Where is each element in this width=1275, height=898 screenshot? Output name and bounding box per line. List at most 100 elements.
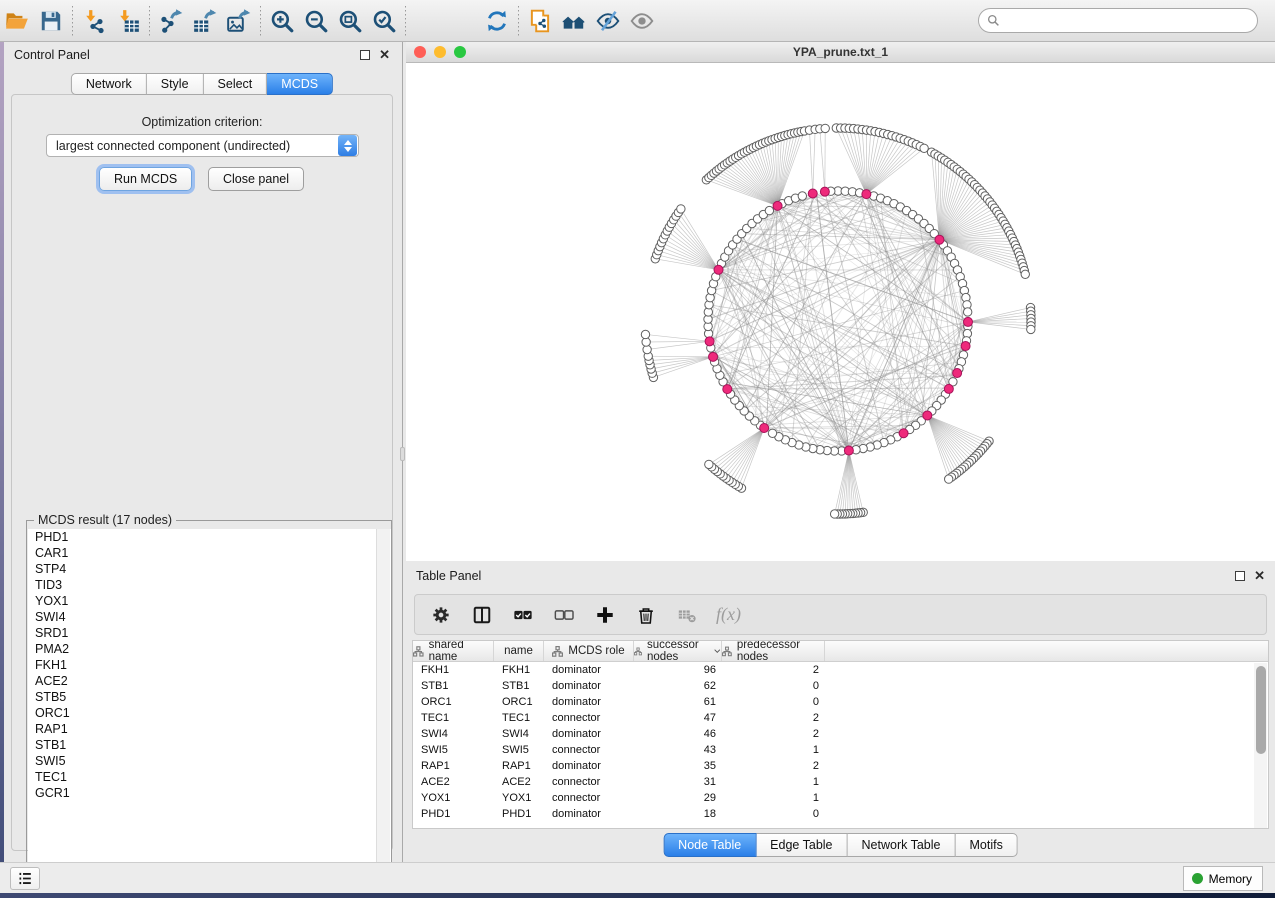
table-row[interactable]: RAP1RAP1dominator352 bbox=[413, 758, 1268, 774]
mcds-result-item[interactable]: RAP1 bbox=[28, 721, 391, 737]
mcds-hub-node[interactable] bbox=[844, 446, 853, 455]
mcds-result-item[interactable]: SRD1 bbox=[28, 625, 391, 641]
save-session-button[interactable] bbox=[34, 4, 68, 38]
tab-network-table[interactable]: Network Table bbox=[848, 833, 956, 857]
search-input[interactable] bbox=[1000, 9, 1257, 32]
mcds-result-item[interactable]: STP4 bbox=[28, 561, 391, 577]
mcds-hub-node[interactable] bbox=[808, 189, 817, 198]
network-canvas[interactable] bbox=[406, 63, 1275, 561]
table-row[interactable]: SWI5SWI5connector431 bbox=[413, 742, 1268, 758]
tab-motifs[interactable]: Motifs bbox=[955, 833, 1017, 857]
table-settings-button[interactable] bbox=[429, 603, 453, 627]
mcds-hub-node[interactable] bbox=[899, 429, 908, 438]
leaf-node[interactable] bbox=[705, 460, 713, 468]
ring-node[interactable] bbox=[798, 192, 806, 200]
mcds-hub-node[interactable] bbox=[923, 411, 932, 420]
mcds-result-item[interactable]: TEC1 bbox=[28, 769, 391, 785]
clone-network-button[interactable] bbox=[523, 4, 557, 38]
mcds-result-item[interactable]: GCR1 bbox=[28, 785, 391, 801]
mcds-hub-node[interactable] bbox=[705, 337, 714, 346]
mcds-result-item[interactable]: STB1 bbox=[28, 737, 391, 753]
mcds-result-item[interactable]: YOX1 bbox=[28, 593, 391, 609]
table-row[interactable]: SWI4SWI4dominator462 bbox=[413, 726, 1268, 742]
mcds-result-item[interactable]: SWI5 bbox=[28, 753, 391, 769]
leaf-node[interactable] bbox=[677, 205, 685, 213]
create-column-button[interactable] bbox=[593, 603, 617, 627]
table-scrollbar-thumb[interactable] bbox=[1256, 666, 1266, 754]
column-header-name[interactable]: name bbox=[494, 641, 544, 661]
table-row[interactable]: FKH1FKH1dominator962 bbox=[413, 662, 1268, 678]
criterion-dropdown[interactable]: largest connected component (undirected) bbox=[46, 134, 359, 157]
column-header-predecessor-nodes[interactable]: predecessor nodes bbox=[722, 641, 825, 661]
export-image-button[interactable] bbox=[222, 4, 256, 38]
memory-button[interactable]: Memory bbox=[1183, 866, 1263, 891]
leaf-node[interactable] bbox=[830, 510, 838, 518]
mcds-result-item[interactable]: STB5 bbox=[28, 689, 391, 705]
leaf-node[interactable] bbox=[641, 330, 649, 338]
mcds-hub-node[interactable] bbox=[862, 190, 871, 199]
table-row[interactable]: ACE2ACE2connector311 bbox=[413, 774, 1268, 790]
mcds-result-item[interactable]: ACE2 bbox=[28, 673, 391, 689]
table-row[interactable]: STB1STB1dominator620 bbox=[413, 678, 1268, 694]
leaf-node[interactable] bbox=[945, 475, 953, 483]
ring-node[interactable] bbox=[768, 429, 776, 437]
tab-edge-table[interactable]: Edge Table bbox=[756, 833, 847, 857]
mcds-hub-node[interactable] bbox=[709, 352, 718, 361]
ring-node[interactable] bbox=[963, 308, 971, 316]
mcds-hub-node[interactable] bbox=[963, 317, 972, 326]
deselect-all-button[interactable] bbox=[552, 603, 576, 627]
table-row[interactable]: TEC1TEC1connector472 bbox=[413, 710, 1268, 726]
mcds-hub-node[interactable] bbox=[760, 424, 769, 433]
column-header-MCDS-role[interactable]: MCDS role bbox=[544, 641, 634, 661]
leaf-node[interactable] bbox=[821, 124, 829, 132]
import-network-button[interactable] bbox=[77, 4, 111, 38]
delete-column-button[interactable] bbox=[634, 603, 658, 627]
mcds-hub-node[interactable] bbox=[953, 369, 962, 378]
panel-list-button[interactable] bbox=[10, 867, 40, 890]
zoom-selected-button[interactable] bbox=[367, 4, 401, 38]
ring-node[interactable] bbox=[765, 206, 773, 214]
mcds-result-item[interactable]: TID3 bbox=[28, 577, 391, 593]
mcds-result-item[interactable]: SWI4 bbox=[28, 609, 391, 625]
leaf-node[interactable] bbox=[1021, 270, 1029, 278]
close-panel-icon[interactable]: ✕ bbox=[379, 50, 390, 60]
zoom-fit-button[interactable] bbox=[333, 4, 367, 38]
mcds-hub-node[interactable] bbox=[935, 235, 944, 244]
export-table-button[interactable] bbox=[188, 4, 222, 38]
mcds-hub-node[interactable] bbox=[773, 201, 782, 210]
tab-select[interactable]: Select bbox=[204, 73, 268, 95]
first-neighbors-button[interactable] bbox=[557, 4, 591, 38]
run-mcds-button[interactable]: Run MCDS bbox=[99, 167, 192, 191]
leaf-node[interactable] bbox=[1027, 325, 1035, 333]
mcds-result-item[interactable]: PMA2 bbox=[28, 641, 391, 657]
open-session-button[interactable] bbox=[0, 4, 34, 38]
mcds-list-scrollbar[interactable] bbox=[376, 529, 390, 891]
tab-node-table[interactable]: Node Table bbox=[663, 833, 756, 857]
tab-style[interactable]: Style bbox=[147, 73, 204, 95]
hide-selected-button[interactable] bbox=[591, 4, 625, 38]
close-panel-button[interactable]: Close panel bbox=[208, 167, 304, 191]
mcds-hub-node[interactable] bbox=[714, 265, 723, 274]
network-graph[interactable] bbox=[406, 63, 1275, 561]
float-panel-icon[interactable] bbox=[360, 50, 370, 60]
mcds-hub-node[interactable] bbox=[944, 384, 953, 393]
mcds-result-item[interactable]: CAR1 bbox=[28, 545, 391, 561]
tab-mcds[interactable]: MCDS bbox=[267, 73, 333, 95]
tab-network[interactable]: Network bbox=[71, 73, 147, 95]
table-row[interactable]: ORC1ORC1dominator610 bbox=[413, 694, 1268, 710]
table-row[interactable]: YOX1YOX1connector291 bbox=[413, 790, 1268, 806]
splitter-handle[interactable] bbox=[400, 447, 405, 461]
mcds-result-item[interactable]: PHD1 bbox=[28, 529, 391, 545]
mcds-hub-node[interactable] bbox=[961, 342, 970, 351]
mcds-hub-node[interactable] bbox=[820, 187, 829, 196]
table-row[interactable]: PHD1PHD1dominator180 bbox=[413, 806, 1268, 822]
mcds-result-list[interactable]: PHD1CAR1STP4TID3YOX1SWI4SRD1PMA2FKH1ACE2… bbox=[28, 529, 391, 891]
refresh-button[interactable] bbox=[480, 4, 514, 38]
zoom-in-button[interactable] bbox=[265, 4, 299, 38]
select-all-button[interactable] bbox=[511, 603, 535, 627]
column-header-successor-nodes[interactable]: successor nodes bbox=[634, 641, 722, 661]
float-table-panel-icon[interactable] bbox=[1235, 571, 1245, 581]
close-table-panel-icon[interactable]: ✕ bbox=[1254, 571, 1265, 581]
show-all-button[interactable] bbox=[625, 4, 659, 38]
table-scrollbar[interactable] bbox=[1254, 663, 1267, 829]
